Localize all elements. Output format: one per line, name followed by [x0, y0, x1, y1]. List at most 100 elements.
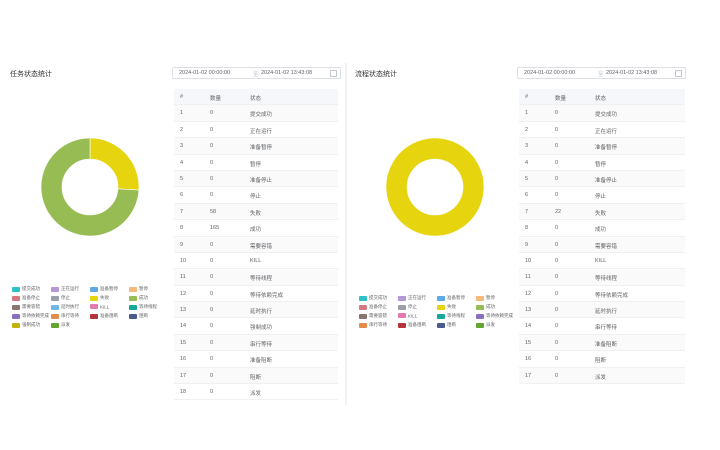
legend-item[interactable]: 停止 — [398, 304, 436, 313]
legend-item[interactable]: 暂停 — [476, 295, 514, 304]
legend-item[interactable]: 串行等待 — [51, 313, 89, 322]
row-count: 0 — [210, 241, 214, 248]
legend-item[interactable]: 提交成功 — [359, 295, 397, 304]
row-status: 强制成功 — [250, 325, 273, 332]
date-range-picker[interactable]: 2024-01-02 00:00:00 至 2024-01-02 13:43:0… — [517, 67, 686, 79]
legend-item[interactable]: 停止 — [51, 295, 89, 304]
legend-swatch — [476, 322, 484, 328]
legend-item[interactable]: 成功 — [129, 295, 167, 304]
row-count: 0 — [210, 307, 214, 314]
table-row: 18 0 派发 — [174, 384, 338, 401]
legend-label: 需要容错 — [22, 304, 40, 309]
legend-item[interactable]: 强制成功 — [12, 322, 50, 331]
table-row: 5 0 准备停止 — [174, 170, 338, 188]
row-status: 等待线程 — [595, 276, 618, 283]
date-end[interactable]: 2024-01-02 13:43:08 — [606, 70, 657, 76]
header-count: 数量 — [210, 96, 222, 102]
donut-slice-1[interactable] — [89, 137, 140, 191]
legend-item[interactable]: 派发 — [476, 322, 514, 331]
row-count: 0 — [210, 192, 214, 199]
legend-item[interactable]: 准备停止 — [359, 304, 397, 313]
legend-item[interactable]: 阻断 — [129, 313, 167, 322]
legend-item[interactable]: 正在运行 — [398, 295, 436, 304]
table-row: 9 0 需要容错 — [519, 236, 685, 253]
legend-item[interactable]: 准备停止 — [12, 295, 50, 304]
row-index: 4 — [180, 159, 184, 166]
legend-label: KILL — [100, 304, 110, 310]
legend-item[interactable]: 失败 — [437, 304, 475, 313]
legend-label: 串行等待 — [369, 322, 387, 327]
chart-legend: 提交成功 正在运行 准备暂停 暂停准备停止 停止 失败 成功需要容错 延时执行 KILL 等待线程… — [12, 286, 170, 331]
row-status: 派发 — [250, 391, 262, 398]
legend-item[interactable]: 等待依赖完成 — [12, 313, 50, 322]
legend-item[interactable]: 等待线程 — [437, 313, 475, 322]
legend-item[interactable]: 准备暂停 — [90, 286, 128, 295]
legend-item[interactable]: KILL — [398, 313, 436, 322]
legend-label: 准备停止 — [369, 304, 387, 309]
legend-item[interactable]: 等待线程 — [129, 304, 167, 313]
process-status-panel: 流程状态统计 2024-01-02 00:00:00 至 2024-01-02 … — [351, 63, 689, 405]
legend-item[interactable]: 成功 — [476, 304, 514, 313]
row-status: 准备阻断 — [250, 358, 273, 365]
legend-item[interactable]: 等待依赖完成 — [476, 313, 514, 322]
legend-label: 停止 — [408, 304, 417, 309]
legend-label: 等待依赖完成 — [486, 313, 513, 318]
row-status: 需要容错 — [595, 243, 618, 250]
table-row: 6 0 停止 — [174, 187, 338, 204]
legend-label: 阻断 — [139, 313, 148, 318]
table-row: 4 0 暂停 — [519, 155, 685, 171]
calendar-icon[interactable] — [675, 70, 682, 77]
legend-item[interactable]: 准备阻断 — [90, 313, 128, 322]
legend-swatch — [398, 295, 406, 301]
row-index: 3 — [525, 143, 529, 150]
row-status: 正在运行 — [595, 128, 618, 135]
row-count: 0 — [555, 159, 559, 166]
legend-swatch — [359, 295, 367, 301]
legend-item[interactable]: 准备阻断 — [398, 322, 436, 331]
task-status-donut-chart — [40, 137, 140, 237]
row-status: 准备暂停 — [595, 145, 618, 152]
legend-label: 暂停 — [139, 286, 148, 291]
legend-item[interactable]: 提交成功 — [12, 286, 50, 295]
row-status: 阻断 — [595, 358, 607, 365]
row-index: 10 — [180, 257, 187, 264]
table-row: 11 0 等待线程 — [174, 269, 338, 286]
legend-item[interactable]: 需要容错 — [359, 313, 397, 322]
date-start[interactable]: 2024-01-02 00:00:00 — [524, 70, 575, 76]
row-count: 0 — [210, 143, 214, 150]
legend-item[interactable]: 正在运行 — [51, 286, 89, 295]
legend-item[interactable]: 串行等待 — [359, 322, 397, 331]
legend-swatch — [476, 304, 484, 310]
legend-item[interactable]: 需要容错 — [12, 304, 50, 313]
row-index: 4 — [525, 159, 529, 166]
table-row: 8 165 成功 — [174, 220, 338, 237]
legend-item[interactable]: 准备暂停 — [437, 295, 475, 304]
legend-swatch — [476, 313, 484, 319]
legend-item[interactable]: 暂停 — [129, 286, 167, 295]
date-range-picker[interactable]: 2024-01-02 00:00:00 至 2024-01-02 13:43:0… — [172, 67, 341, 79]
row-index: 9 — [525, 241, 529, 248]
table-header: # 数量 状态 — [174, 89, 338, 106]
table-row: 15 0 串行等待 — [174, 334, 338, 352]
legend-item[interactable]: 失败 — [90, 295, 128, 304]
table-row: 5 0 准备停止 — [519, 170, 685, 188]
row-status: 提交成功 — [250, 112, 273, 119]
task-status-panel: 任务状态统计 2024-01-02 00:00:00 至 2024-01-02 … — [6, 63, 342, 405]
legend-label: 失败 — [100, 295, 109, 300]
date-end[interactable]: 2024-01-02 13:43:08 — [261, 70, 312, 76]
calendar-icon[interactable] — [330, 70, 337, 77]
row-count: 165 — [210, 225, 220, 232]
row-status: 失败 — [595, 210, 607, 217]
donut-slice-1[interactable] — [385, 137, 485, 237]
row-status: 失败 — [250, 210, 262, 217]
date-start[interactable]: 2024-01-02 00:00:00 — [179, 70, 230, 76]
row-index: 7 — [180, 208, 184, 215]
row-count: 0 — [555, 274, 559, 281]
legend-item[interactable]: 派发 — [51, 322, 89, 331]
legend-item[interactable]: 延时执行 — [51, 304, 89, 313]
table-row: 10 0 KILL — [519, 253, 685, 270]
panel-divider — [345, 63, 347, 405]
row-index: 17 — [180, 372, 187, 379]
legend-item[interactable]: KILL — [90, 304, 128, 313]
legend-item[interactable]: 阻断 — [437, 322, 475, 331]
